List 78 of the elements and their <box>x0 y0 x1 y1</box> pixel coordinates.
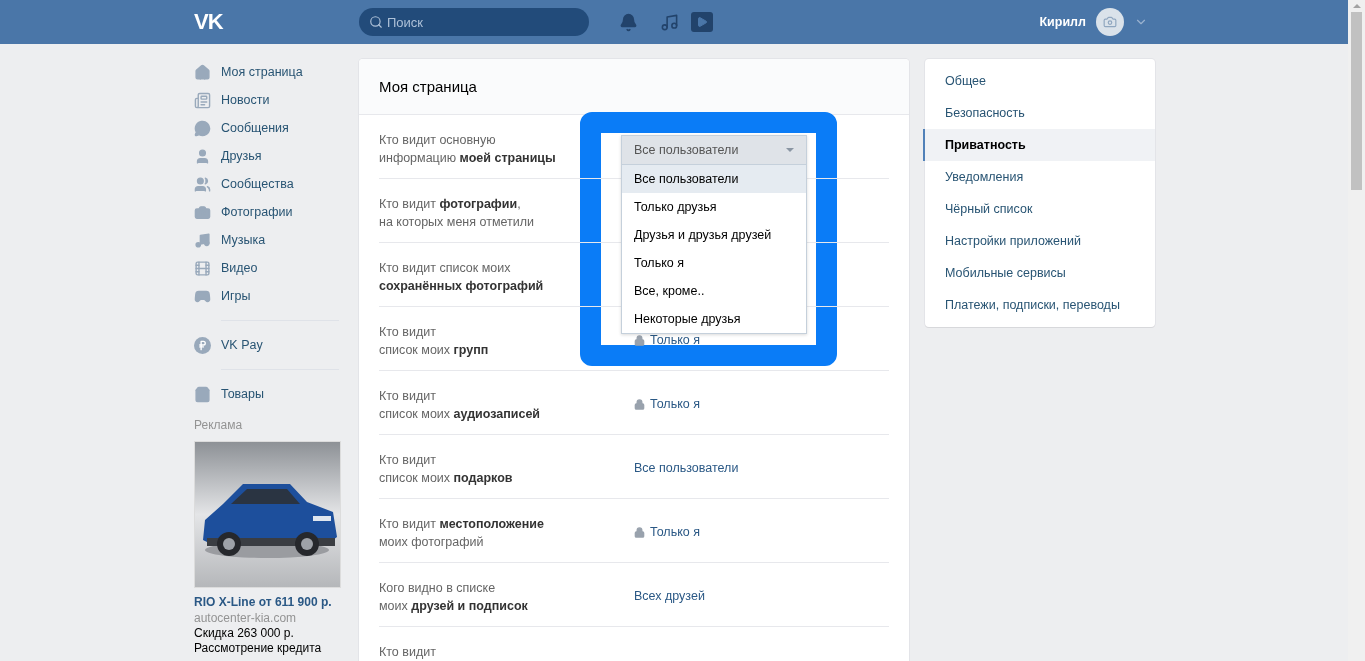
privacy-value[interactable]: Все пользователи <box>634 461 739 475</box>
ad-heading: Реклама <box>194 418 244 432</box>
privacy-value[interactable]: Всех друзей <box>634 589 705 603</box>
ad-text: Рассмотрение кредита <box>194 641 323 655</box>
setting-label: Кто видит фотографии, на которых меня отметили <box>379 196 536 231</box>
caret-icon <box>786 148 794 152</box>
chat-bubble-icon <box>194 119 211 137</box>
avatar[interactable] <box>1096 8 1124 36</box>
nav-label: Видео <box>221 261 258 275</box>
search-icon <box>369 15 383 29</box>
dropdown-option[interactable]: Все, кроме.. <box>622 277 806 305</box>
setting-label: Кто видит <box>379 644 437 661</box>
lock-icon <box>634 334 645 346</box>
dropdown-option[interactable]: Все пользователи <box>622 165 806 193</box>
ruble-coin-icon <box>194 336 211 354</box>
dropdown-option[interactable]: Некоторые друзья <box>622 305 806 333</box>
menu-item[interactable]: Мобильные сервисы <box>923 257 1155 289</box>
nav-item[interactable]: Игры <box>194 282 359 310</box>
people-icon <box>194 175 211 193</box>
menu-item[interactable]: Платежи, подписки, переводы <box>923 289 1155 321</box>
menu-item[interactable]: Приватность <box>923 129 1155 161</box>
ad-title[interactable]: RIO X-Line от 611 900 р. <box>194 595 359 609</box>
play-icon[interactable] <box>691 12 713 32</box>
setting-label: Кто видит список моих подарков <box>379 452 514 487</box>
setting-label: Кого видно в списке моих друзей и подписок <box>379 580 529 615</box>
lock-icon <box>634 398 645 410</box>
dropdown-option[interactable]: Только я <box>622 249 806 277</box>
setting-label: Кто видит основную информацию моей страницы <box>379 132 557 167</box>
bell-icon[interactable] <box>619 12 638 32</box>
lock-icon <box>634 526 645 538</box>
privacy-value[interactable]: Только я <box>634 397 700 411</box>
nav-item[interactable]: Сообщества <box>194 170 359 198</box>
nav-label: Сообщества <box>221 177 294 191</box>
nav-item[interactable]: Сообщения <box>194 114 359 142</box>
search-field[interactable]: Поиск <box>359 8 589 36</box>
ad-text: Скидка 263 000 р. <box>194 626 295 640</box>
menu-item[interactable]: Уведомления <box>923 161 1155 193</box>
film-icon <box>194 259 211 277</box>
nav-label: Товары <box>221 387 264 401</box>
nav-label: Игры <box>221 289 251 303</box>
nav-label: Моя страница <box>221 65 303 79</box>
person-icon <box>194 147 211 165</box>
nav-item[interactable]: Друзья <box>194 142 359 170</box>
setting-label: Кто видит список моих групп <box>379 324 490 359</box>
setting-label: Кто видит список моих аудиозаписей <box>379 388 542 423</box>
nav-label: Фотографии <box>221 205 293 219</box>
nav-item[interactable]: Музыка <box>194 226 359 254</box>
nav-label: VK Pay <box>221 338 263 352</box>
privacy-value[interactable]: Только я <box>634 333 700 347</box>
menu-item[interactable]: Общее <box>923 65 1155 97</box>
user-name[interactable]: Кирилл <box>1039 15 1086 29</box>
panel-title: Моя страница <box>359 59 909 115</box>
nav-item[interactable]: Видео <box>194 254 359 282</box>
privacy-value[interactable]: Только я <box>634 525 700 539</box>
logo[interactable]: VK <box>194 9 359 35</box>
nav-item[interactable]: VK Pay <box>194 331 359 359</box>
nav-label: Сообщения <box>221 121 289 135</box>
dropdown-option[interactable]: Друзья и друзья друзей <box>622 221 806 249</box>
home-icon <box>194 63 211 81</box>
nav-item[interactable]: Новости <box>194 86 359 114</box>
music-note-icon[interactable] <box>660 12 679 32</box>
newspaper-icon <box>194 91 211 109</box>
nav-item[interactable]: Фотографии <box>194 198 359 226</box>
setting-label: Кто видит местоположение моих фотографий <box>379 516 545 551</box>
nav-item[interactable]: Товары <box>194 380 359 408</box>
ad-domain: autocenter-kia.com <box>194 611 298 625</box>
music-note-icon <box>194 231 211 249</box>
setting-label: Кто видит список моих сохранённых фотографий <box>379 260 545 295</box>
nav-label: Музыка <box>221 233 266 247</box>
nav-label: Новости <box>221 93 270 107</box>
menu-item[interactable]: Настройки приложений <box>923 225 1155 257</box>
dropdown-value[interactable]: Все пользователи <box>622 136 806 165</box>
dropdown[interactable]: Все пользователи Все пользователи Только друзья Друзья и друзья друзей Только я Все, кроме.. Некоторые друзья <box>621 135 807 334</box>
menu-item[interactable]: Безопасность <box>923 97 1155 129</box>
nav-item[interactable]: Моя страница <box>194 58 359 86</box>
menu-item[interactable]: Чёрный список <box>923 193 1155 225</box>
dropdown-option[interactable]: Только друзья <box>622 193 806 221</box>
nav-label: Друзья <box>221 149 262 163</box>
